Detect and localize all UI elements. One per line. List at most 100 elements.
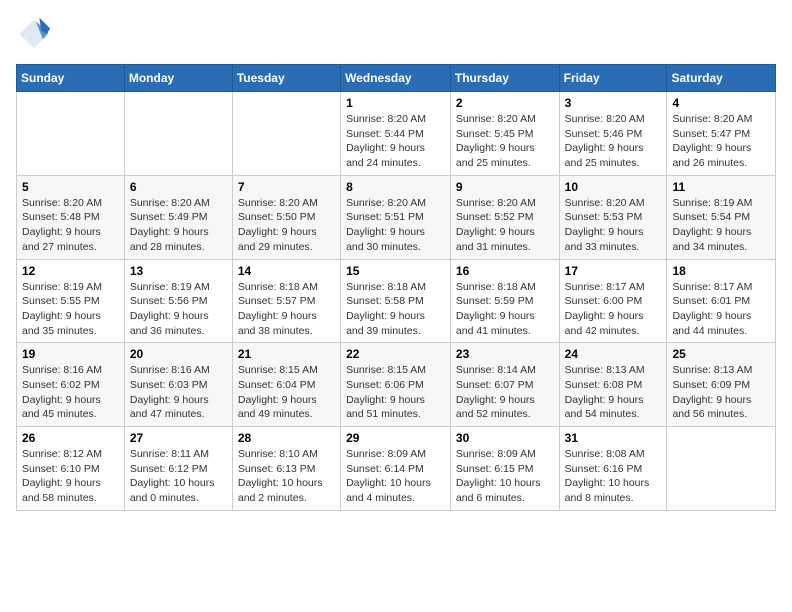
day-info: Sunrise: 8:18 AM Sunset: 5:58 PM Dayligh… bbox=[346, 280, 445, 339]
day-info: Sunrise: 8:20 AM Sunset: 5:53 PM Dayligh… bbox=[565, 196, 662, 255]
calendar-cell: 6 Sunrise: 8:20 AM Sunset: 5:49 PM Daylig… bbox=[124, 175, 232, 259]
calendar-week-5: 26 Sunrise: 8:12 AM Sunset: 6:10 PM Dayli… bbox=[17, 427, 776, 511]
day-number: 18 bbox=[672, 264, 770, 278]
day-info: Sunrise: 8:15 AM Sunset: 6:04 PM Dayligh… bbox=[238, 363, 335, 422]
calendar-cell: 9Sunrise: 8:20 AM Sunset: 5:52 PM Daylig… bbox=[450, 175, 559, 259]
day-number: 27 bbox=[130, 431, 227, 445]
calendar-cell: 28 Sunrise: 8:10 AM Sunset: 6:13 PM Dayli… bbox=[232, 427, 340, 511]
calendar-cell: 11 Sunrise: 8:19 AM Sunset: 5:54 PM Dayli… bbox=[667, 175, 776, 259]
day-info: Sunrise: 8:19 AM Sunset: 5:54 PM Dayligh… bbox=[672, 196, 770, 255]
calendar-cell: 26 Sunrise: 8:12 AM Sunset: 6:10 PM Dayli… bbox=[17, 427, 125, 511]
calendar-cell: 7 Sunrise: 8:20 AM Sunset: 5:50 PM Daylig… bbox=[232, 175, 340, 259]
day-number: 17 bbox=[565, 264, 662, 278]
day-number: 31 bbox=[565, 431, 662, 445]
day-info: Sunrise: 8:18 AM Sunset: 5:59 PM Dayligh… bbox=[456, 280, 554, 339]
calendar-cell: 16 Sunrise: 8:18 AM Sunset: 5:59 PM Dayli… bbox=[450, 259, 559, 343]
calendar-cell: 29Sunrise: 8:09 AM Sunset: 6:14 PM Dayli… bbox=[341, 427, 451, 511]
calendar-cell bbox=[667, 427, 776, 511]
weekday-header-saturday: Saturday bbox=[667, 65, 776, 92]
logo bbox=[16, 16, 58, 52]
day-number: 4 bbox=[672, 96, 770, 110]
day-info: Sunrise: 8:18 AM Sunset: 5:57 PM Dayligh… bbox=[238, 280, 335, 339]
day-number: 20 bbox=[130, 347, 227, 361]
calendar-cell: 31 Sunrise: 8:08 AM Sunset: 6:16 PM Dayli… bbox=[559, 427, 667, 511]
calendar-cell: 21 Sunrise: 8:15 AM Sunset: 6:04 PM Dayli… bbox=[232, 343, 340, 427]
calendar-cell: 12 Sunrise: 8:19 AM Sunset: 5:55 PM Dayli… bbox=[17, 259, 125, 343]
calendar-cell: 1 Sunrise: 8:20 AM Sunset: 5:44 PM Daylig… bbox=[341, 92, 451, 176]
day-info: Sunrise: 8:08 AM Sunset: 6:16 PM Dayligh… bbox=[565, 447, 662, 506]
day-info: Sunrise: 8:20 AM Sunset: 5:45 PM Dayligh… bbox=[456, 112, 554, 171]
day-info: Sunrise: 8:10 AM Sunset: 6:13 PM Dayligh… bbox=[238, 447, 335, 506]
day-number: 7 bbox=[238, 180, 335, 194]
day-info: Sunrise: 8:20 AM Sunset: 5:51 PM Dayligh… bbox=[346, 196, 445, 255]
day-info: Sunrise: 8:20 AM Sunset: 5:52 PM Dayligh… bbox=[456, 196, 554, 255]
calendar-cell: 22Sunrise: 8:15 AM Sunset: 6:06 PM Dayli… bbox=[341, 343, 451, 427]
day-info: Sunrise: 8:19 AM Sunset: 5:56 PM Dayligh… bbox=[130, 280, 227, 339]
day-number: 6 bbox=[130, 180, 227, 194]
day-number: 5 bbox=[22, 180, 119, 194]
day-info: Sunrise: 8:13 AM Sunset: 6:08 PM Dayligh… bbox=[565, 363, 662, 422]
calendar-table: SundayMondayTuesdayWednesdayThursdayFrid… bbox=[16, 64, 776, 511]
day-info: Sunrise: 8:20 AM Sunset: 5:49 PM Dayligh… bbox=[130, 196, 227, 255]
day-info: Sunrise: 8:17 AM Sunset: 6:01 PM Dayligh… bbox=[672, 280, 770, 339]
day-info: Sunrise: 8:16 AM Sunset: 6:02 PM Dayligh… bbox=[22, 363, 119, 422]
day-info: Sunrise: 8:19 AM Sunset: 5:55 PM Dayligh… bbox=[22, 280, 119, 339]
day-info: Sunrise: 8:20 AM Sunset: 5:44 PM Dayligh… bbox=[346, 112, 445, 171]
calendar-cell: 20 Sunrise: 8:16 AM Sunset: 6:03 PM Dayli… bbox=[124, 343, 232, 427]
day-info: Sunrise: 8:12 AM Sunset: 6:10 PM Dayligh… bbox=[22, 447, 119, 506]
day-number: 14 bbox=[238, 264, 335, 278]
day-info: Sunrise: 8:20 AM Sunset: 5:50 PM Dayligh… bbox=[238, 196, 335, 255]
day-number: 10 bbox=[565, 180, 662, 194]
day-number: 28 bbox=[238, 431, 335, 445]
day-info: Sunrise: 8:17 AM Sunset: 6:00 PM Dayligh… bbox=[565, 280, 662, 339]
calendar-cell: 23Sunrise: 8:14 AM Sunset: 6:07 PM Dayli… bbox=[450, 343, 559, 427]
logo-icon bbox=[16, 16, 52, 52]
day-number: 15 bbox=[346, 264, 445, 278]
calendar-cell: 17 Sunrise: 8:17 AM Sunset: 6:00 PM Dayli… bbox=[559, 259, 667, 343]
day-info: Sunrise: 8:16 AM Sunset: 6:03 PM Dayligh… bbox=[130, 363, 227, 422]
day-number: 1 bbox=[346, 96, 445, 110]
weekday-header-thursday: Thursday bbox=[450, 65, 559, 92]
calendar-cell: 3 Sunrise: 8:20 AM Sunset: 5:46 PM Daylig… bbox=[559, 92, 667, 176]
day-number: 11 bbox=[672, 180, 770, 194]
day-info: Sunrise: 8:09 AM Sunset: 6:15 PM Dayligh… bbox=[456, 447, 554, 506]
day-info: Sunrise: 8:20 AM Sunset: 5:47 PM Dayligh… bbox=[672, 112, 770, 171]
weekday-header-wednesday: Wednesday bbox=[341, 65, 451, 92]
weekday-header-tuesday: Tuesday bbox=[232, 65, 340, 92]
calendar-cell: 15 Sunrise: 8:18 AM Sunset: 5:58 PM Dayli… bbox=[341, 259, 451, 343]
day-info: Sunrise: 8:20 AM Sunset: 5:48 PM Dayligh… bbox=[22, 196, 119, 255]
calendar-header: SundayMondayTuesdayWednesdayThursdayFrid… bbox=[17, 65, 776, 92]
calendar-cell bbox=[17, 92, 125, 176]
day-info: Sunrise: 8:11 AM Sunset: 6:12 PM Dayligh… bbox=[130, 447, 227, 506]
calendar-cell: 14 Sunrise: 8:18 AM Sunset: 5:57 PM Dayli… bbox=[232, 259, 340, 343]
calendar-cell: 25 Sunrise: 8:13 AM Sunset: 6:09 PM Dayli… bbox=[667, 343, 776, 427]
day-number: 16 bbox=[456, 264, 554, 278]
day-number: 2 bbox=[456, 96, 554, 110]
day-number: 25 bbox=[672, 347, 770, 361]
calendar-week-2: 5 Sunrise: 8:20 AM Sunset: 5:48 PM Daylig… bbox=[17, 175, 776, 259]
day-info: Sunrise: 8:20 AM Sunset: 5:46 PM Dayligh… bbox=[565, 112, 662, 171]
day-number: 13 bbox=[130, 264, 227, 278]
page-header bbox=[16, 16, 776, 52]
calendar-cell: 19Sunrise: 8:16 AM Sunset: 6:02 PM Dayli… bbox=[17, 343, 125, 427]
calendar-week-4: 19Sunrise: 8:16 AM Sunset: 6:02 PM Dayli… bbox=[17, 343, 776, 427]
day-number: 30 bbox=[456, 431, 554, 445]
day-number: 8 bbox=[346, 180, 445, 194]
calendar-cell: 27 Sunrise: 8:11 AM Sunset: 6:12 PM Dayli… bbox=[124, 427, 232, 511]
day-number: 26 bbox=[22, 431, 119, 445]
day-number: 21 bbox=[238, 347, 335, 361]
calendar-cell: 8 Sunrise: 8:20 AM Sunset: 5:51 PM Daylig… bbox=[341, 175, 451, 259]
day-info: Sunrise: 8:13 AM Sunset: 6:09 PM Dayligh… bbox=[672, 363, 770, 422]
calendar-cell: 30 Sunrise: 8:09 AM Sunset: 6:15 PM Dayli… bbox=[450, 427, 559, 511]
day-number: 24 bbox=[565, 347, 662, 361]
day-number: 23 bbox=[456, 347, 554, 361]
day-number: 3 bbox=[565, 96, 662, 110]
calendar-cell: 5 Sunrise: 8:20 AM Sunset: 5:48 PM Daylig… bbox=[17, 175, 125, 259]
day-number: 12 bbox=[22, 264, 119, 278]
calendar-cell: 2 Sunrise: 8:20 AM Sunset: 5:45 PM Daylig… bbox=[450, 92, 559, 176]
calendar-cell: 10 Sunrise: 8:20 AM Sunset: 5:53 PM Dayli… bbox=[559, 175, 667, 259]
calendar-cell bbox=[232, 92, 340, 176]
calendar-cell: 4 Sunrise: 8:20 AM Sunset: 5:47 PM Daylig… bbox=[667, 92, 776, 176]
calendar-cell bbox=[124, 92, 232, 176]
weekday-header-monday: Monday bbox=[124, 65, 232, 92]
